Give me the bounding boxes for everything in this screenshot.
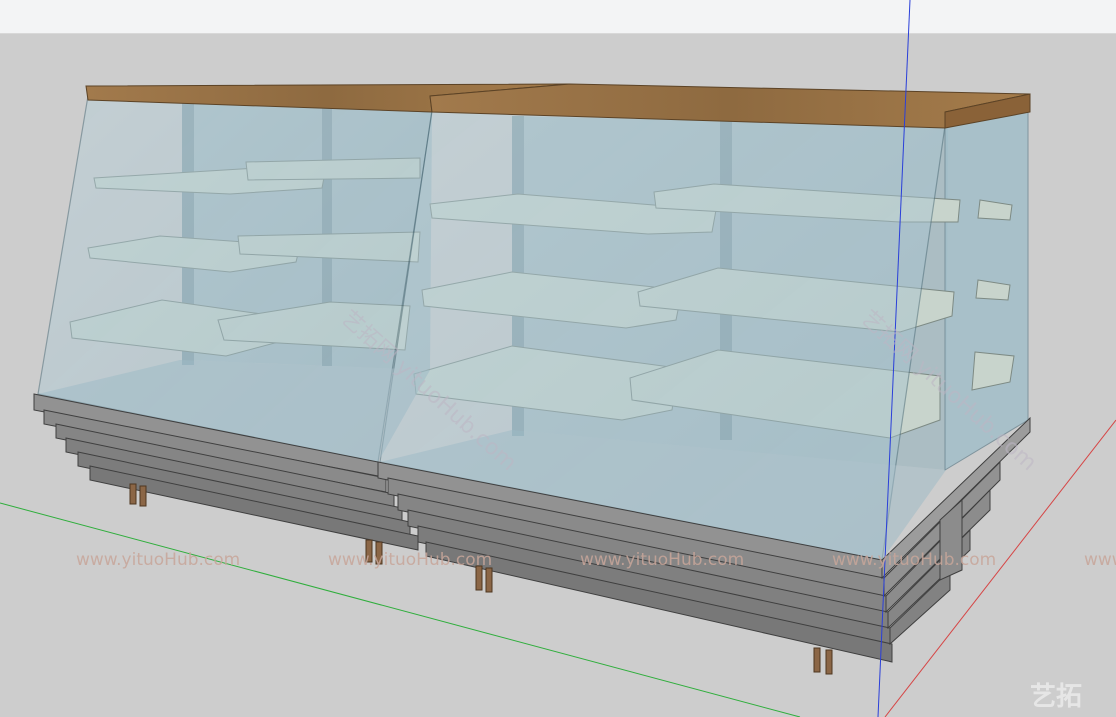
sketchup-viewport[interactable]: www.yituoHub.com www.yituoHub.com www.yi… — [0, 0, 1116, 717]
watermark-text-2: www.yituoHub.com — [328, 550, 492, 570]
watermark-text-3: www.yituoHub.com — [580, 550, 744, 570]
watermark-text-1: www.yituoHub.com — [76, 550, 240, 570]
model-canvas[interactable]: www.yituoHub.com www.yituoHub.com www.yi… — [0, 0, 1116, 717]
watermark-text-4: www.yituoHub.com — [832, 550, 996, 570]
watermark-text-5: www.yituoHub.com — [1084, 550, 1116, 570]
brand-logo: 艺拓 — [1030, 682, 1082, 712]
